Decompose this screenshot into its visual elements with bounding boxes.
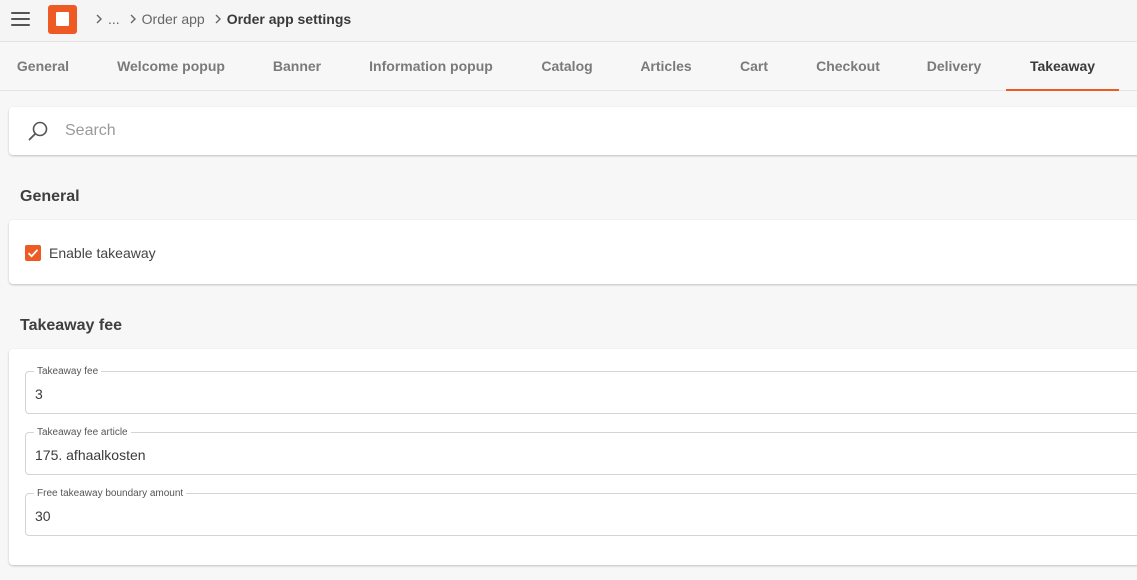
takeaway-fee-card: Takeaway fee 3 Takeaway fee article 175.… — [9, 349, 1137, 565]
hamburger-menu-icon[interactable] — [11, 11, 31, 27]
section-title-takeaway-fee: Takeaway fee — [20, 317, 122, 334]
free-takeaway-boundary-field[interactable]: Free takeaway boundary amount 30 — [25, 488, 1137, 536]
free-takeaway-boundary-input[interactable]: 30 — [35, 508, 51, 524]
section-title-general: General — [20, 188, 80, 205]
general-settings-card: Enable takeaway — [9, 220, 1137, 284]
tab-information-popup[interactable]: Information popup — [356, 43, 506, 90]
tab-banner[interactable]: Banner — [260, 43, 334, 90]
settings-tabs: General Welcome popup Banner Information… — [0, 43, 1137, 91]
checkmark-icon — [27, 249, 39, 258]
takeaway-fee-article-select[interactable]: 175. afhaalkosten — [35, 447, 146, 463]
tab-delivery[interactable]: Delivery — [914, 43, 994, 90]
breadcrumb-order-app[interactable]: Order app — [142, 11, 205, 27]
takeaway-fee-article-field[interactable]: Takeaway fee article 175. afhaalkosten — [25, 427, 1137, 475]
search-icon — [28, 121, 48, 141]
field-label: Takeaway fee — [34, 366, 102, 377]
breadcrumb-ellipsis[interactable]: ... — [108, 11, 120, 27]
app-logo-icon[interactable] — [48, 5, 77, 34]
tab-welcome-popup[interactable]: Welcome popup — [104, 43, 238, 90]
tab-checkout[interactable]: Checkout — [803, 43, 893, 90]
chevron-right-icon — [211, 10, 225, 28]
tab-takeaway[interactable]: Takeaway — [1006, 43, 1119, 91]
tab-articles[interactable]: Articles — [627, 43, 705, 90]
tab-catalog[interactable]: Catalog — [528, 43, 606, 90]
field-label: Takeaway fee article — [34, 427, 131, 438]
breadcrumb: ... Order app Order app settings — [92, 10, 357, 28]
tab-cart[interactable]: Cart — [726, 43, 782, 90]
search-bar — [9, 107, 1137, 155]
chevron-right-icon — [126, 10, 140, 28]
top-bar: ... Order app Order app settings — [0, 0, 1137, 42]
takeaway-fee-input[interactable]: 3 — [35, 386, 43, 402]
search-input[interactable] — [65, 117, 665, 145]
chevron-right-icon — [92, 10, 106, 28]
takeaway-fee-field[interactable]: Takeaway fee 3 — [25, 366, 1137, 414]
enable-takeaway-checkbox[interactable] — [25, 245, 41, 261]
breadcrumb-current-page: Order app settings — [226, 11, 352, 27]
field-label: Free takeaway boundary amount — [34, 488, 187, 499]
tab-general[interactable]: General — [4, 43, 82, 90]
enable-takeaway-label[interactable]: Enable takeaway — [49, 245, 156, 261]
